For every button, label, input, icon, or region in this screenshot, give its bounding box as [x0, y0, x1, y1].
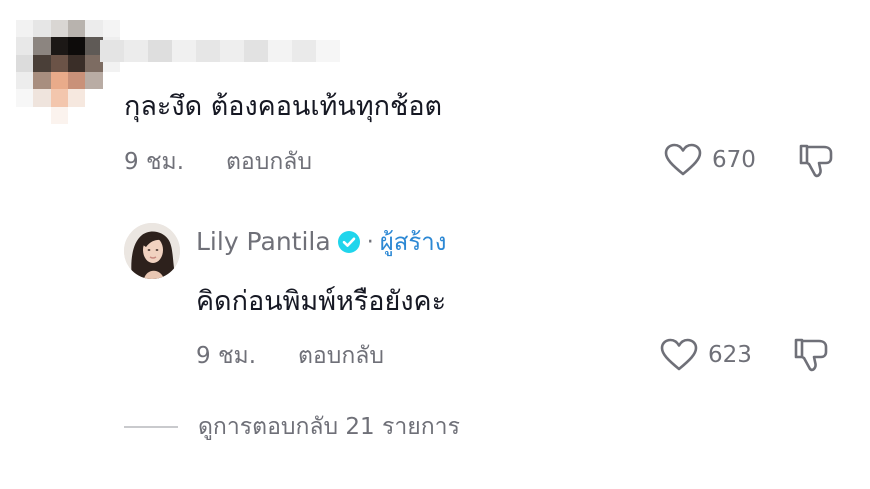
comment-like-button[interactable]: 670 — [664, 143, 756, 177]
creator-avatar[interactable] — [124, 223, 180, 279]
reply-like-button[interactable]: 623 — [660, 338, 752, 372]
reply-header: Lily Pantila · ผู้สร้าง — [196, 226, 447, 258]
reply-reply-button[interactable]: ตอบกลับ — [298, 342, 384, 370]
reply-like-count: 623 — [708, 342, 752, 368]
view-replies-label: ดูการตอบกลับ 21 รายการ — [198, 414, 460, 440]
view-replies-divider — [124, 426, 178, 428]
heart-icon — [664, 143, 702, 176]
commenter-name-pixelated[interactable] — [100, 40, 340, 62]
comment-text: กุละงึด ต้องคอนเท้นทุกช้อต — [124, 91, 443, 122]
thumbs-down-icon — [794, 338, 828, 372]
comment-dislike-button[interactable] — [797, 142, 835, 180]
verified-badge-icon — [337, 231, 360, 253]
creator-label: ผู้สร้าง — [379, 228, 447, 256]
creator-name[interactable]: Lily Pantila — [196, 226, 331, 258]
reply-text: คิดก่อนพิมพ์หรือยังคะ — [196, 286, 447, 317]
view-replies-button[interactable]: ดูการตอบกลับ 21 รายการ — [124, 412, 460, 442]
reply-timestamp: 9 ชม. — [196, 343, 257, 369]
commenter-avatar-pixelated[interactable] — [16, 20, 120, 124]
comment-thread: กุละงึด ต้องคอนเท้นทุกช้อต 9 ชม. ตอบกลับ… — [0, 0, 870, 489]
thumbs-down-icon — [799, 144, 833, 178]
header-separator: · — [366, 229, 374, 255]
comment-reply-button[interactable]: ตอบกลับ — [226, 148, 312, 176]
creator-avatar-image — [124, 223, 180, 279]
heart-icon — [660, 338, 698, 371]
comment-like-count: 670 — [712, 147, 756, 173]
comment-timestamp: 9 ชม. — [124, 149, 185, 175]
reply-dislike-button[interactable] — [792, 336, 830, 374]
